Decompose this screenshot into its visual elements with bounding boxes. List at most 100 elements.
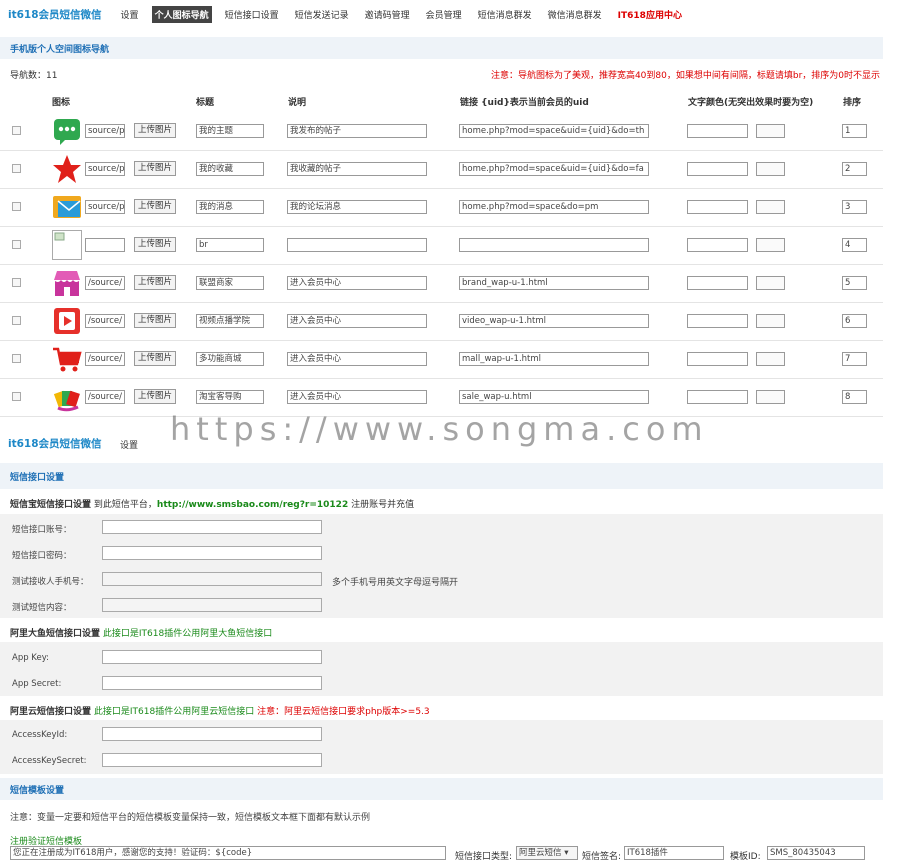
nav-item-sms-api[interactable]: 短信接口设置 — [222, 6, 282, 23]
icon-path-input[interactable]: /source/ — [85, 352, 125, 366]
sign-input[interactable]: IT618插件 — [624, 846, 724, 860]
link-input[interactable]: video_wap-u-1.html — [459, 314, 649, 328]
desc-input[interactable] — [287, 238, 427, 252]
nav-item-members[interactable]: 会员管理 — [423, 6, 465, 23]
color-input[interactable] — [687, 162, 748, 176]
link-input[interactable] — [459, 238, 649, 252]
sms-account-input[interactable] — [102, 520, 322, 534]
upload-image-button[interactable]: 上传图片 — [134, 351, 177, 366]
upload-image-button[interactable]: 上传图片 — [134, 123, 177, 138]
icon-path-input[interactable]: /source/ — [85, 390, 125, 404]
appkey-input[interactable] — [102, 650, 322, 664]
row-checkbox[interactable] — [12, 392, 21, 401]
sort-input[interactable]: 4 — [842, 238, 867, 252]
color-swatch[interactable] — [756, 124, 785, 138]
sort-input[interactable]: 8 — [842, 390, 867, 404]
link-input[interactable]: home.php?mod=space&uid={uid}&do=fa — [459, 162, 649, 176]
upload-image-button[interactable]: 上传图片 — [134, 313, 177, 328]
icon-path-input[interactable]: source/p — [85, 200, 125, 214]
color-input[interactable] — [687, 276, 748, 290]
sort-input[interactable]: 1 — [842, 124, 867, 138]
row-checkbox[interactable] — [12, 278, 21, 287]
nav-item-app-center[interactable]: IT618应用中心 — [615, 6, 685, 23]
nav-item-invite-codes[interactable]: 邀请码管理 — [362, 6, 413, 23]
color-swatch[interactable] — [756, 390, 785, 404]
sort-input[interactable]: 2 — [842, 162, 867, 176]
nav-item-icon-nav[interactable]: 个人图标导航 — [151, 5, 212, 23]
subnav-item-settings[interactable]: 设置 — [120, 438, 138, 451]
sms-password-input[interactable] — [102, 546, 322, 560]
title-input[interactable]: 多功能商城 — [196, 352, 264, 366]
template-note: 注意：变量一定要和短信平台的短信模板变量保持一致，短信模板文本框下面都有默认示例 — [10, 813, 371, 823]
upload-image-button[interactable]: 上传图片 — [134, 389, 177, 404]
accesskeyid-input[interactable] — [102, 727, 322, 741]
envelope-icon — [52, 192, 82, 222]
upload-image-button[interactable]: 上传图片 — [134, 237, 177, 252]
title-input[interactable]: br — [196, 238, 264, 252]
sort-input[interactable]: 3 — [842, 200, 867, 214]
title-input[interactable]: 我的收藏 — [196, 162, 264, 176]
link-input[interactable]: sale_wap-u.html — [459, 390, 649, 404]
link-input[interactable]: home.php?mod=space&uid={uid}&do=th — [459, 124, 649, 138]
link-input[interactable]: mall_wap-u-1.html — [459, 352, 649, 366]
test-phone-input[interactable] — [102, 572, 322, 586]
color-input[interactable] — [687, 314, 748, 328]
desc-input[interactable]: 进入会员中心 — [287, 352, 427, 366]
title-input[interactable]: 视频点播学院 — [196, 314, 264, 328]
sort-input[interactable]: 7 — [842, 352, 867, 366]
desc-input[interactable]: 我收藏的帖子 — [287, 162, 427, 176]
icon-path-input[interactable]: /source/ — [85, 276, 125, 290]
icon-path-input[interactable] — [85, 238, 125, 252]
desc-input[interactable]: 进入会员中心 — [287, 314, 427, 328]
color-input[interactable] — [687, 124, 748, 138]
desc-input[interactable]: 进入会员中心 — [287, 390, 427, 404]
link-input[interactable]: home.php?mod=space&do=pm — [459, 200, 649, 214]
type-select[interactable]: 阿里云短信 ▾ — [516, 846, 578, 860]
color-swatch[interactable] — [756, 276, 785, 290]
title-input[interactable]: 我的主题 — [196, 124, 264, 138]
smsbao-tail: 注册账号并充值 — [351, 500, 415, 510]
color-input[interactable] — [687, 352, 748, 366]
subnav-brand[interactable]: it618会员短信微信 — [8, 436, 102, 451]
icon-path-input[interactable]: source/p — [85, 162, 125, 176]
color-swatch[interactable] — [756, 238, 785, 252]
nav-item-sms-log[interactable]: 短信发送记录 — [292, 6, 352, 23]
color-swatch[interactable] — [756, 162, 785, 176]
nav-item-sms-broadcast[interactable]: 短信消息群发 — [475, 6, 535, 23]
icon-path-input[interactable]: source/p — [85, 124, 125, 138]
color-swatch[interactable] — [756, 314, 785, 328]
color-input[interactable] — [687, 200, 748, 214]
title-input[interactable]: 联盟商家 — [196, 276, 264, 290]
tplid-input[interactable]: SMS_80435043 — [767, 846, 865, 860]
color-swatch[interactable] — [756, 200, 785, 214]
row-checkbox[interactable] — [12, 126, 21, 135]
row-checkbox[interactable] — [12, 202, 21, 211]
icon-path-input[interactable]: /source/ — [85, 314, 125, 328]
link-input[interactable]: brand_wap-u-1.html — [459, 276, 649, 290]
desc-input[interactable]: 我发布的帖子 — [287, 124, 427, 138]
row-checkbox[interactable] — [12, 316, 21, 325]
color-swatch[interactable] — [756, 352, 785, 366]
row-checkbox[interactable] — [12, 354, 21, 363]
accesskeysecret-input[interactable] — [102, 753, 322, 767]
desc-input[interactable]: 进入会员中心 — [287, 276, 427, 290]
upload-image-button[interactable]: 上传图片 — [134, 199, 177, 214]
sort-input[interactable]: 6 — [842, 314, 867, 328]
row-checkbox[interactable] — [12, 240, 21, 249]
nav-item-wechat-broadcast[interactable]: 微信消息群发 — [545, 6, 605, 23]
color-input[interactable] — [687, 390, 748, 404]
row-checkbox[interactable] — [12, 164, 21, 173]
appsecret-input[interactable] — [102, 676, 322, 690]
color-input[interactable] — [687, 238, 748, 252]
sort-input[interactable]: 5 — [842, 276, 867, 290]
desc-input[interactable]: 我的论坛消息 — [287, 200, 427, 214]
brand-title[interactable]: it618会员短信微信 — [8, 7, 102, 22]
title-input[interactable]: 我的消息 — [196, 200, 264, 214]
smsbao-link[interactable]: http://www.smsbao.com/reg?r=10122 — [157, 500, 348, 510]
template-input[interactable]: 您正在注册成为IT618用户，感谢您的支持！验证码：${code} — [10, 846, 446, 860]
title-input[interactable]: 淘宝客导购 — [196, 390, 264, 404]
nav-item-settings[interactable]: 设置 — [118, 6, 142, 23]
upload-image-button[interactable]: 上传图片 — [134, 161, 177, 176]
upload-image-button[interactable]: 上传图片 — [134, 275, 177, 290]
test-content-input[interactable] — [102, 598, 322, 612]
